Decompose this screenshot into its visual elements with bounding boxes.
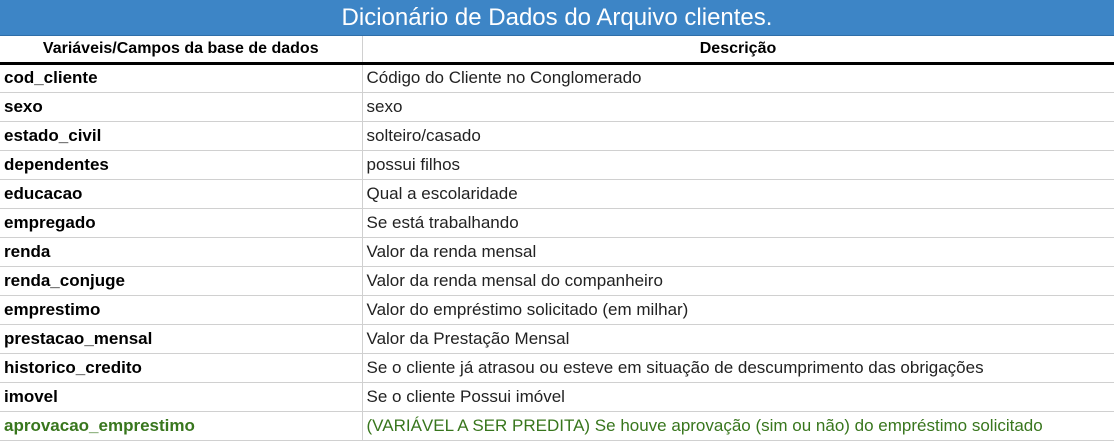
cell-description[interactable]: possui filhos [362,150,1114,180]
table-row: educacao Qual a escolaridade [0,179,1114,209]
table-row-target: aprovacao_emprestimo (VARIÁVEL A SER PRE… [0,411,1114,441]
cell-variable[interactable]: emprestimo [0,295,363,325]
cell-variable[interactable]: estado_civil [0,121,363,151]
cell-variable[interactable]: historico_credito [0,353,363,383]
cell-variable[interactable]: renda [0,237,363,267]
cell-description[interactable]: Qual a escolaridade [362,179,1114,209]
table-row: emprestimo Valor do empréstimo solicitad… [0,295,1114,325]
table-row: renda_conjuge Valor da renda mensal do c… [0,266,1114,296]
table-row: renda Valor da renda mensal [0,237,1114,267]
cell-description[interactable]: Se o cliente já atrasou ou esteve em sit… [362,353,1114,383]
cell-description[interactable]: Se está trabalhando [362,208,1114,238]
cell-description[interactable]: Valor da Prestação Mensal [362,324,1114,354]
cell-variable[interactable]: imovel [0,382,363,412]
cell-description[interactable]: (VARIÁVEL A SER PREDITA) Se houve aprova… [362,411,1114,441]
header-variable[interactable]: Variáveis/Campos da base de dados [0,36,363,65]
table-row: cod_cliente Código do Cliente no Conglom… [0,63,1114,93]
cell-description[interactable]: Valor do empréstimo solicitado (em milha… [362,295,1114,325]
table-row: historico_credito Se o cliente já atraso… [0,353,1114,383]
table-row: estado_civil solteiro/casado [0,121,1114,151]
header-row: Variáveis/Campos da base de dados Descri… [0,36,1114,65]
cell-variable[interactable]: dependentes [0,150,363,180]
cell-variable[interactable]: prestacao_mensal [0,324,363,354]
cell-description[interactable]: Valor da renda mensal do companheiro [362,266,1114,296]
cell-description[interactable]: Valor da renda mensal [362,237,1114,267]
data-dictionary-table: Variáveis/Campos da base de dados Descri… [0,36,1114,441]
table-row: empregado Se está trabalhando [0,208,1114,238]
cell-description[interactable]: Se o cliente Possui imóvel [362,382,1114,412]
cell-description[interactable]: solteiro/casado [362,121,1114,151]
cell-description[interactable]: Código do Cliente no Conglomerado [362,63,1114,93]
cell-variable[interactable]: aprovacao_emprestimo [0,411,363,441]
cell-variable[interactable]: renda_conjuge [0,266,363,296]
table-row: prestacao_mensal Valor da Prestação Mens… [0,324,1114,354]
table-row: imovel Se o cliente Possui imóvel [0,382,1114,412]
sheet-title[interactable]: Dicionário de Dados do Arquivo clientes. [0,0,1114,36]
table-row: dependentes possui filhos [0,150,1114,180]
cell-variable[interactable]: cod_cliente [0,63,363,93]
cell-variable[interactable]: educacao [0,179,363,209]
spreadsheet: Dicionário de Dados do Arquivo clientes.… [0,0,1114,447]
header-description[interactable]: Descrição [362,36,1114,65]
cell-description[interactable]: sexo [362,92,1114,122]
cell-variable[interactable]: empregado [0,208,363,238]
table-row: sexo sexo [0,92,1114,122]
cell-variable[interactable]: sexo [0,92,363,122]
